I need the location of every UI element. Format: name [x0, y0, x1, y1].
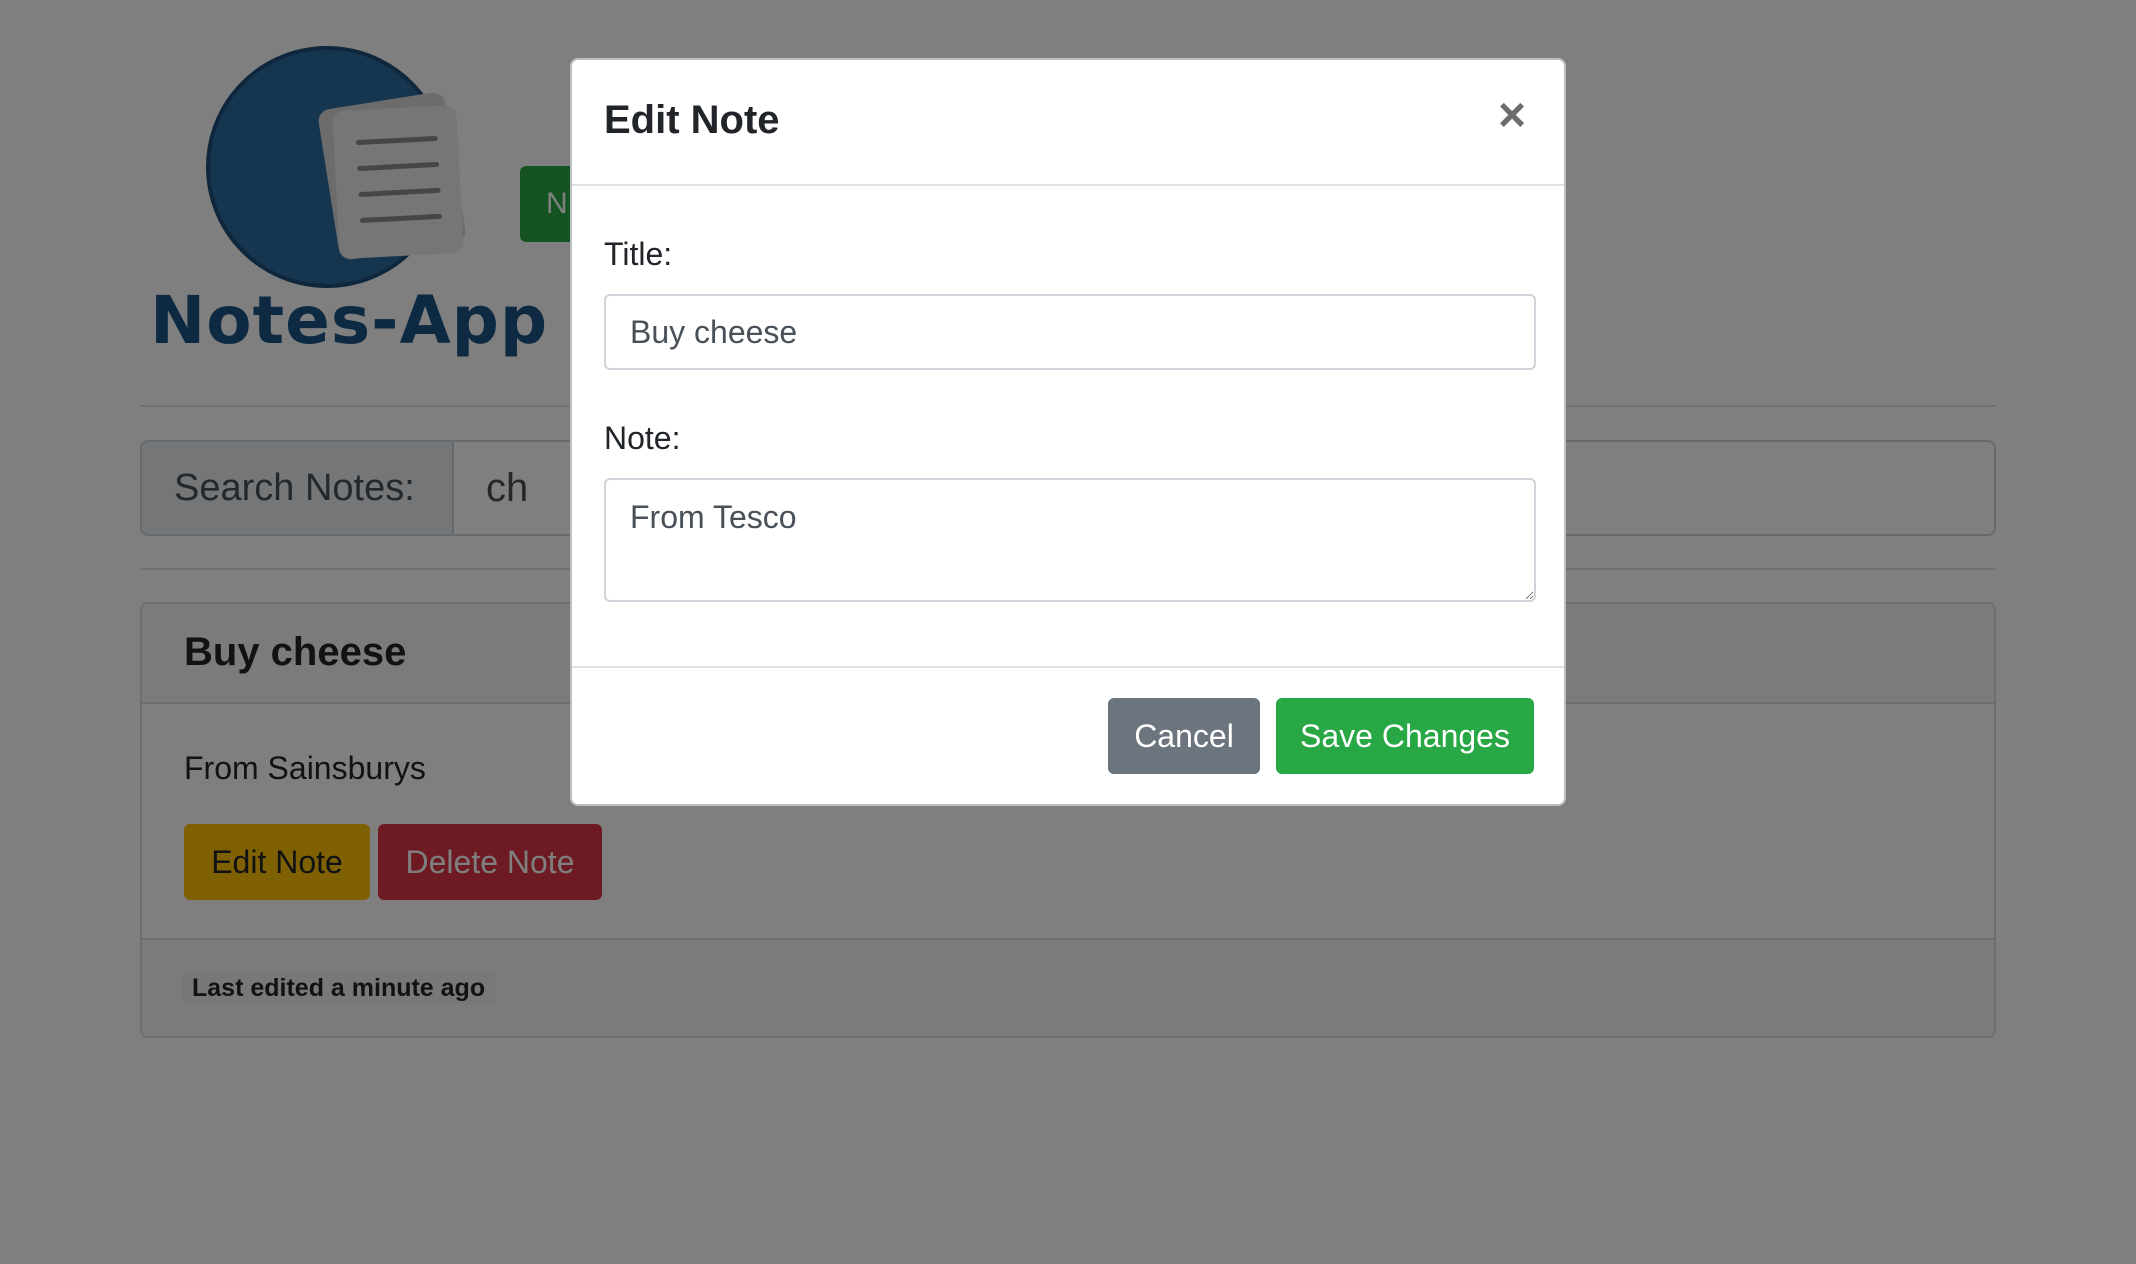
- page: Notes-App N Search Notes: Buy cheese Fro…: [0, 0, 2136, 1264]
- modal-footer: Cancel Save Changes: [572, 666, 1564, 804]
- edit-note-modal: Edit Note × Title: Note: From Tesco Canc…: [570, 58, 1566, 806]
- note-field-label: Note:: [604, 420, 681, 456]
- modal-title: Edit Note: [604, 98, 780, 142]
- title-field[interactable]: [604, 294, 1536, 370]
- cancel-button[interactable]: Cancel: [1108, 698, 1260, 774]
- note-field[interactable]: From Tesco: [604, 478, 1536, 602]
- save-changes-button[interactable]: Save Changes: [1276, 698, 1534, 774]
- modal-header: Edit Note ×: [572, 60, 1564, 186]
- title-field-label: Title:: [604, 236, 673, 272]
- close-icon[interactable]: ×: [1490, 92, 1534, 140]
